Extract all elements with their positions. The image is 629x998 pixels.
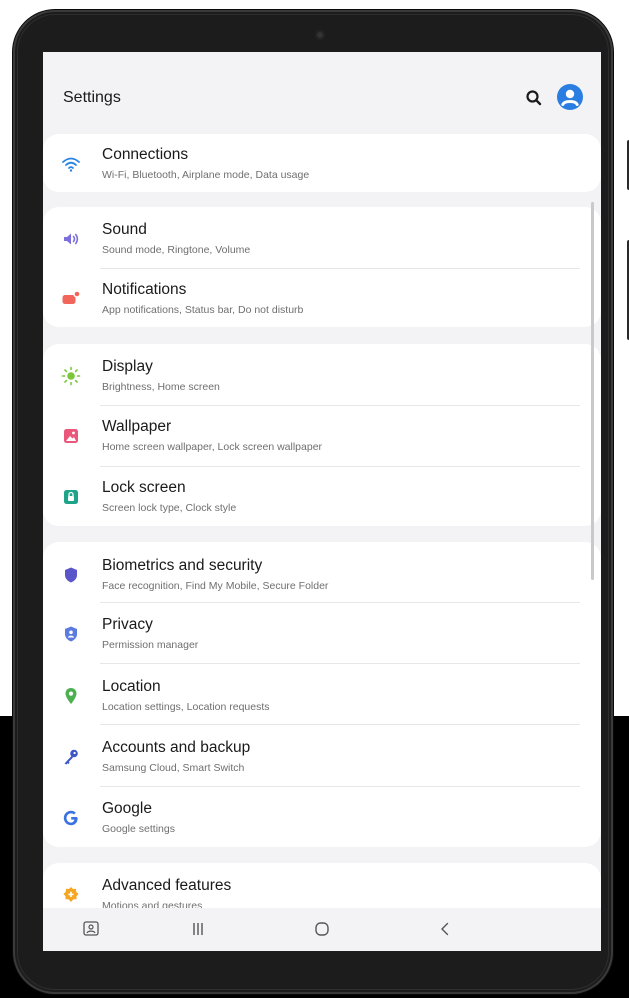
- setting-subtitle: Google settings: [102, 823, 175, 835]
- account-avatar-button[interactable]: [557, 84, 583, 110]
- setting-subtitle: Sound mode, Ringtone, Volume: [102, 244, 251, 256]
- settings-group-display: Display Brightness, Home screen Wallpape…: [43, 344, 601, 526]
- key-icon: [61, 747, 81, 767]
- setting-title: Notifications: [102, 281, 187, 298]
- setting-title: Accounts and backup: [102, 739, 251, 756]
- back-button[interactable]: [434, 918, 456, 940]
- settings-group-sound: Sound Sound mode, Ringtone, Volume Notif…: [43, 207, 601, 327]
- setting-subtitle: Samsung Cloud, Smart Switch: [102, 762, 245, 774]
- setting-title: Connections: [102, 146, 189, 163]
- setting-subtitle: Brightness, Home screen: [102, 381, 220, 393]
- setting-subtitle: Face recognition, Find My Mobile, Secure…: [102, 580, 329, 592]
- setting-title: Google: [102, 800, 152, 817]
- notification-icon: [61, 289, 81, 309]
- home-button[interactable]: [311, 918, 333, 940]
- setting-subtitle: Home screen wallpaper, Lock screen wallp…: [102, 441, 323, 453]
- lock-icon: [61, 487, 81, 507]
- setting-connections[interactable]: Connections Wi-Fi, Bluetooth, Airplane m…: [43, 134, 601, 194]
- wallpaper-icon: [61, 426, 81, 446]
- front-camera: [315, 30, 325, 40]
- divider: [100, 786, 580, 787]
- setting-lock-screen[interactable]: Lock screen Screen lock type, Clock styl…: [43, 467, 601, 527]
- app-header: Settings: [43, 52, 601, 134]
- setting-title: Lock screen: [102, 479, 186, 496]
- screenshot-nav-icon: [83, 921, 99, 936]
- setting-sound[interactable]: Sound Sound mode, Ringtone, Volume: [43, 209, 601, 269]
- search-icon: [526, 90, 542, 106]
- google-icon: [61, 808, 81, 828]
- setting-subtitle: Screen lock type, Clock style: [102, 502, 237, 514]
- privacy-shield-icon: [61, 624, 81, 644]
- home-icon: [315, 922, 329, 936]
- divider: [100, 602, 580, 603]
- divider: [100, 663, 580, 664]
- navigation-bar: [43, 908, 601, 951]
- setting-subtitle: Location settings, Location requests: [102, 701, 270, 713]
- setting-subtitle: App notifications, Status bar, Do not di…: [102, 304, 304, 316]
- shield-icon: [61, 565, 81, 585]
- setting-wallpaper[interactable]: Wallpaper Home screen wallpaper, Lock sc…: [43, 406, 601, 466]
- screenshot-nav-button[interactable]: [80, 918, 102, 940]
- setting-biometrics-and-security[interactable]: Biometrics and security Face recognition…: [43, 545, 601, 605]
- setting-title: Privacy: [102, 616, 153, 633]
- setting-subtitle: Wi-Fi, Bluetooth, Airplane mode, Data us…: [102, 169, 310, 181]
- setting-notifications[interactable]: Notifications App notifications, Status …: [43, 269, 601, 329]
- setting-display[interactable]: Display Brightness, Home screen: [43, 346, 601, 406]
- page-title: Settings: [63, 89, 121, 106]
- setting-privacy[interactable]: Privacy Permission manager: [43, 604, 601, 664]
- wifi-icon: [61, 154, 81, 174]
- back-icon: [441, 922, 449, 936]
- location-pin-icon: [61, 686, 81, 706]
- volume-icon: [61, 229, 81, 249]
- setting-google[interactable]: Google Google settings: [43, 788, 601, 848]
- setting-title: Location: [102, 678, 161, 695]
- sun-icon: [61, 366, 81, 386]
- settings-group-connections: Connections Wi-Fi, Bluetooth, Airplane m…: [43, 134, 601, 192]
- setting-title: Sound: [102, 221, 147, 238]
- settings-group-security: Biometrics and security Face recognition…: [43, 542, 601, 847]
- screen: Settings Connections Wi-Fi, Bluetooth, A…: [43, 52, 601, 951]
- account-icon: [561, 89, 579, 106]
- setting-location[interactable]: Location Location settings, Location req…: [43, 666, 601, 726]
- setting-title: Wallpaper: [102, 418, 172, 435]
- divider: [100, 724, 580, 725]
- setting-subtitle: Permission manager: [102, 639, 199, 651]
- setting-title: Display: [102, 358, 153, 375]
- recent-apps-icon: [193, 923, 203, 935]
- recent-apps-button[interactable]: [187, 918, 209, 940]
- setting-title: Advanced features: [102, 877, 232, 894]
- setting-title: Biometrics and security: [102, 557, 263, 574]
- setting-accounts-and-backup[interactable]: Accounts and backup Samsung Cloud, Smart…: [43, 727, 601, 787]
- gear-plus-icon: [61, 885, 81, 905]
- scrollbar[interactable]: [591, 202, 594, 580]
- search-button[interactable]: [524, 88, 544, 108]
